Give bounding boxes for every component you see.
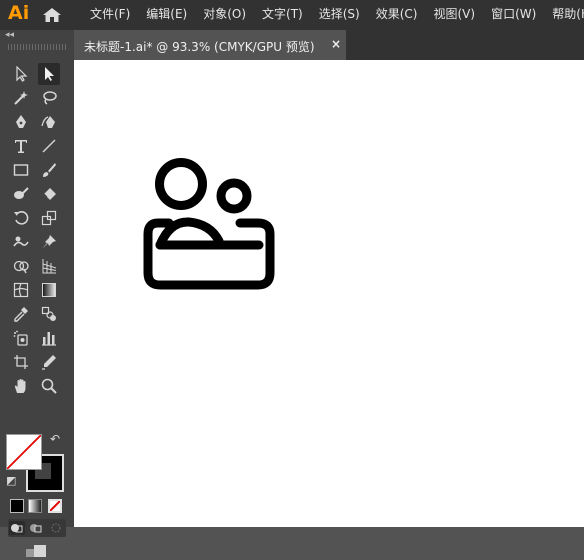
arrow-filled-icon bbox=[45, 67, 54, 81]
arrow-outline-icon bbox=[16, 66, 28, 82]
screen-mode-icon bbox=[26, 545, 46, 557]
lasso-icon bbox=[43, 91, 57, 105]
curvature-tool[interactable] bbox=[38, 111, 60, 133]
gradient-icon bbox=[42, 283, 56, 297]
warp-tool[interactable] bbox=[10, 231, 32, 253]
color-mode-button[interactable] bbox=[10, 499, 24, 513]
magnifier-icon bbox=[41, 378, 57, 394]
panel-grip[interactable] bbox=[8, 44, 66, 50]
magic-wand-tool[interactable] bbox=[10, 87, 32, 109]
rotate-tool[interactable] bbox=[10, 207, 32, 229]
rectangle-tool[interactable] bbox=[10, 159, 32, 181]
blend-icon bbox=[41, 306, 56, 321]
large-head-shape[interactable] bbox=[155, 158, 207, 210]
mesh-icon bbox=[13, 282, 29, 298]
eraser-icon bbox=[43, 188, 56, 200]
artboard-icon bbox=[14, 355, 28, 369]
menu-edit[interactable]: 编辑(E) bbox=[146, 0, 187, 30]
gradient-tool[interactable] bbox=[38, 279, 60, 301]
document-tab[interactable]: 未标题-1.ai* @ 93.3% (CMYK/GPU 预览) × bbox=[74, 30, 346, 60]
eyedropper-icon bbox=[14, 307, 28, 322]
user-group-icon-artwork[interactable] bbox=[142, 158, 276, 294]
gradient-mode-button[interactable] bbox=[28, 499, 42, 513]
menu-file[interactable]: 文件(F) bbox=[90, 0, 130, 30]
draw-behind-button[interactable] bbox=[28, 521, 44, 535]
blend-tool[interactable] bbox=[38, 303, 60, 325]
screen-mode-button[interactable] bbox=[22, 543, 48, 557]
type-icon bbox=[15, 140, 27, 153]
type-tool[interactable] bbox=[10, 135, 32, 157]
draw-mode-group bbox=[8, 519, 66, 537]
direct-selection-tool[interactable] bbox=[38, 63, 60, 85]
shape-builder-tool[interactable] bbox=[10, 255, 32, 277]
draw-normal-icon bbox=[11, 524, 23, 533]
artboard-canvas[interactable] bbox=[74, 60, 584, 527]
slice-tool[interactable] bbox=[38, 351, 60, 373]
draw-normal-button[interactable] bbox=[9, 521, 25, 535]
draw-inside-button[interactable] bbox=[48, 521, 64, 535]
paintbrush-tool[interactable] bbox=[38, 159, 60, 181]
scale-tool[interactable] bbox=[38, 207, 60, 229]
document-tab-title: 未标题-1.ai* @ 93.3% (CMYK/GPU 预览) bbox=[84, 40, 315, 54]
warp-icon bbox=[13, 236, 29, 247]
perspective-grid-tool[interactable] bbox=[38, 255, 60, 277]
main-menu: 文件(F) 编辑(E) 对象(O) 文字(T) 选择(S) 效果(C) 视图(V… bbox=[90, 0, 584, 30]
scale-icon bbox=[41, 210, 57, 226]
line-tool[interactable] bbox=[38, 135, 60, 157]
blob-brush-icon bbox=[14, 187, 29, 199]
collapse-panel-button[interactable]: ◂◂ bbox=[5, 30, 14, 40]
draw-inside-icon bbox=[51, 523, 61, 533]
puppet-warp-tool[interactable] bbox=[38, 231, 60, 253]
none-swatch-icon bbox=[7, 435, 41, 469]
none-mode-button[interactable] bbox=[48, 499, 62, 513]
line-icon bbox=[42, 139, 56, 153]
mesh-tool[interactable] bbox=[10, 279, 32, 301]
magic-wand-icon bbox=[14, 91, 28, 105]
tools-panel: ◂◂ ↶ ◩ bbox=[0, 30, 74, 557]
draw-behind-icon bbox=[30, 524, 42, 533]
small-head-shape[interactable] bbox=[216, 178, 252, 214]
curvature-pen-icon bbox=[41, 116, 55, 128]
zoom-tool[interactable] bbox=[38, 375, 60, 397]
blob-brush-tool[interactable] bbox=[10, 183, 32, 205]
slice-icon bbox=[42, 355, 56, 370]
eraser-tool[interactable] bbox=[38, 183, 60, 205]
document-tab-bar: 未标题-1.ai* @ 93.3% (CMYK/GPU 预览) × bbox=[74, 30, 584, 60]
menu-select[interactable]: 选择(S) bbox=[319, 0, 360, 30]
swap-fill-stroke-icon[interactable]: ↶ bbox=[50, 432, 60, 446]
menu-help[interactable]: 帮助(H) bbox=[552, 0, 584, 30]
artboard-tool[interactable] bbox=[10, 351, 32, 373]
menu-effect[interactable]: 效果(C) bbox=[376, 0, 418, 30]
lasso-tool[interactable] bbox=[38, 87, 60, 109]
menu-object[interactable]: 对象(O) bbox=[203, 0, 246, 30]
shape-builder-icon bbox=[13, 260, 29, 274]
menu-view[interactable]: 视图(V) bbox=[433, 0, 475, 30]
symbol-sprayer-tool[interactable] bbox=[10, 327, 32, 349]
perspective-icon bbox=[42, 259, 57, 274]
hand-tool[interactable] bbox=[10, 375, 32, 397]
symbol-sprayer-icon bbox=[13, 330, 28, 346]
brush-icon bbox=[43, 163, 56, 177]
rotate-icon bbox=[14, 211, 29, 225]
fill-swatch[interactable] bbox=[6, 434, 42, 470]
bar-graph-icon bbox=[42, 332, 56, 346]
column-graph-tool[interactable] bbox=[38, 327, 60, 349]
rectangle-icon bbox=[13, 164, 29, 176]
close-tab-button[interactable]: × bbox=[331, 37, 341, 51]
app-logo: Ai bbox=[8, 2, 30, 24]
home-icon[interactable] bbox=[42, 7, 62, 23]
hand-icon bbox=[14, 379, 26, 393]
none-icon bbox=[50, 501, 60, 511]
menu-bar: Ai 文件(F) 编辑(E) 对象(O) 文字(T) 选择(S) 效果(C) 视… bbox=[0, 0, 584, 30]
default-colors-icon[interactable]: ◩ bbox=[6, 474, 16, 487]
pin-icon bbox=[42, 235, 56, 249]
selection-tool[interactable] bbox=[10, 63, 32, 85]
menu-window[interactable]: 窗口(W) bbox=[491, 0, 536, 30]
pen-tool[interactable] bbox=[10, 111, 32, 133]
eyedropper-tool[interactable] bbox=[10, 303, 32, 325]
menu-type[interactable]: 文字(T) bbox=[262, 0, 303, 30]
pen-icon bbox=[16, 115, 26, 128]
